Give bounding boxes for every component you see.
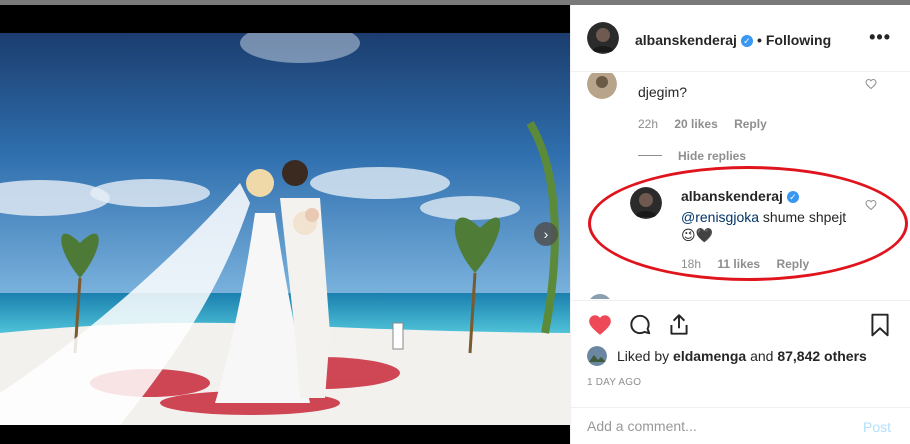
next-arrow-icon[interactable]: › [534, 222, 558, 246]
post-timestamp[interactable]: 1 DAY AGO [587, 377, 641, 388]
comment-text: djegim? [638, 84, 688, 100]
post-actions [571, 300, 910, 340]
reply-username-link[interactable]: albanskenderaj [681, 188, 783, 204]
reply-likes[interactable]: 11 likes [717, 257, 760, 271]
following-button[interactable]: Following [766, 32, 831, 48]
reply-comment-text: shume shpejt [759, 209, 847, 225]
reply-comment-body: @renisgjoka shume shpejt 😉🖤 [681, 208, 861, 244]
comments-list: djegim? 22h 20 likes Reply Hide replies [571, 73, 910, 299]
wedding-photo [0, 33, 570, 425]
share-icon[interactable] [666, 312, 692, 338]
verified-badge-icon: ✓ [786, 191, 799, 203]
avatar[interactable] [587, 22, 619, 54]
comment-like-heart-icon[interactable] [865, 78, 877, 90]
liker-link[interactable]: eldamenga [673, 348, 746, 364]
avatar-image [587, 73, 617, 99]
comment-icon[interactable] [627, 312, 653, 338]
avatar[interactable] [630, 187, 662, 219]
post-sidebar: albanskenderaj ✓ • Following ••• djegim? 22… [570, 5, 910, 444]
reply-time: 18h [681, 257, 702, 271]
avatar[interactable] [587, 346, 607, 366]
hide-replies-button[interactable]: Hide replies [678, 149, 746, 163]
avatar-image [587, 22, 619, 54]
comment-time: 22h [638, 117, 659, 131]
header-user-line: albanskenderaj ✓ • Following [635, 32, 831, 48]
comment-like-heart-icon[interactable] [865, 199, 877, 211]
reply-emoji: 😉🖤 [681, 227, 714, 243]
add-comment-bar: Post [571, 407, 910, 444]
reply-username-line: albanskenderaj ✓ [681, 188, 799, 204]
verified-badge-icon: ✓ [740, 35, 753, 47]
avatar-image [630, 187, 662, 219]
reply-button[interactable]: Reply [776, 257, 809, 271]
avatar[interactable] [587, 73, 617, 99]
instagram-post-view: › albanskenderaj ✓ • Following ••• djegi… [0, 0, 910, 444]
more-options-icon[interactable]: ••• [869, 27, 891, 48]
username-link[interactable]: albanskenderaj [635, 32, 737, 48]
hide-replies-line [638, 155, 662, 156]
heart-icon[interactable] [587, 312, 613, 338]
avatar-image [587, 346, 607, 366]
likes-text: Liked by eldamenga and 87,842 others [617, 348, 867, 364]
post-media: › [0, 5, 570, 444]
likes-prefix: Liked by [617, 348, 674, 364]
comment-meta: 22h 20 likes Reply [638, 117, 767, 131]
separator-dot: • [756, 32, 762, 48]
comment-likes[interactable]: 20 likes [674, 117, 717, 131]
post-button[interactable]: Post [863, 419, 891, 435]
comment-input[interactable] [587, 418, 847, 434]
likes-middle: and [746, 348, 778, 364]
reply-meta: 18h 11 likes Reply [681, 257, 809, 271]
post-header: albanskenderaj ✓ • Following ••• [571, 5, 910, 72]
mention-link[interactable]: @renisgjoka [681, 209, 759, 225]
bookmark-icon[interactable] [867, 312, 893, 338]
likes-count-link[interactable]: 87,842 others [777, 348, 867, 364]
partial-comment-preview [590, 294, 610, 299]
next-comment-partial [587, 291, 887, 299]
reply-button[interactable]: Reply [734, 117, 767, 131]
